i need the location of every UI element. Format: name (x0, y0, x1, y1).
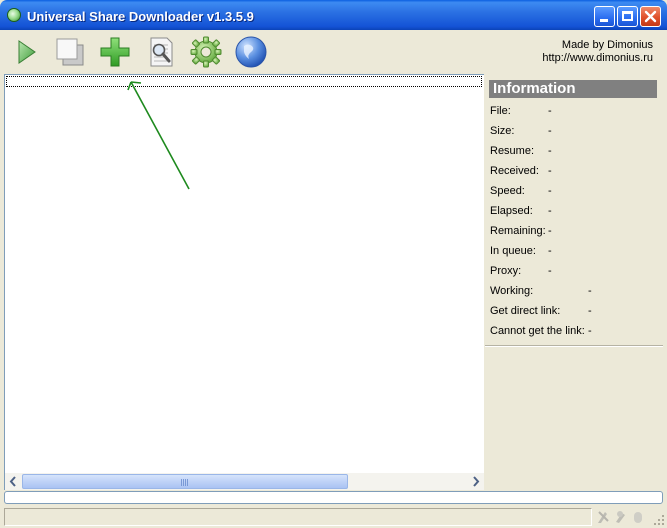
info-label: In queue: (490, 245, 536, 257)
app-icon[interactable] (7, 8, 21, 22)
info-label: Size: (490, 125, 515, 137)
status-tray-icons (598, 511, 642, 523)
resize-grip-icon[interactable] (653, 514, 665, 526)
start-button[interactable] (7, 34, 43, 70)
info-label: Get direct link: (490, 305, 561, 317)
minimize-icon (600, 19, 608, 22)
close-icon (644, 10, 657, 23)
information-header: Information (489, 80, 657, 98)
info-label: Working: (490, 285, 534, 297)
info-value: - (548, 125, 552, 137)
download-list[interactable] (4, 74, 484, 490)
status-icons (596, 509, 656, 525)
website-button[interactable] (233, 34, 269, 70)
status-bar (0, 506, 667, 528)
maximize-button[interactable] (617, 6, 638, 27)
document-search-icon (150, 37, 173, 67)
maximize-icon (622, 11, 633, 21)
information-separator (485, 345, 663, 347)
info-label: Elapsed: (490, 205, 533, 217)
download-progress-bar (4, 491, 663, 504)
horizontal-scrollbar[interactable] (5, 473, 484, 490)
info-label: Resume: (490, 145, 535, 157)
grip-icon (181, 479, 189, 486)
copy-icon (56, 38, 84, 66)
app-window: Universal Share Downloader v1.3.5.9 Made… (0, 0, 667, 528)
minimize-button[interactable] (594, 6, 615, 27)
info-value: - (588, 285, 592, 297)
find-button[interactable] (143, 34, 179, 70)
info-label: File: (490, 105, 511, 117)
settings-button[interactable] (188, 34, 224, 70)
info-label: Cannot get the link: (490, 325, 585, 337)
info-value: - (548, 225, 552, 237)
info-value: - (548, 145, 552, 157)
info-label: Received: (490, 165, 539, 177)
status-panel (4, 508, 592, 526)
info-label: Proxy: (490, 265, 522, 277)
title-bar[interactable]: Universal Share Downloader v1.3.5.9 (0, 0, 667, 30)
add-button[interactable] (97, 34, 133, 70)
info-value: - (548, 105, 552, 117)
scroll-right-button[interactable] (467, 473, 484, 490)
credit-author: Made by Dimonius (561, 39, 653, 51)
gear-icon (190, 36, 222, 68)
copy-button[interactable] (52, 34, 88, 70)
scroll-thumb[interactable] (22, 474, 348, 489)
list-item-focus[interactable] (6, 76, 482, 87)
close-button[interactable] (640, 6, 661, 27)
info-value: - (548, 185, 552, 197)
information-panel: Information File: - Size: - Resume: - Received… (485, 74, 663, 490)
globe-icon (235, 36, 267, 68)
play-icon (18, 40, 36, 64)
info-value: - (548, 165, 552, 177)
scroll-left-button[interactable] (5, 473, 22, 490)
info-value: - (548, 265, 552, 277)
toolbar: Made by Dimonius http://www.dimonius.ru (0, 30, 667, 74)
info-value: - (588, 325, 592, 337)
chevron-left-icon (9, 476, 16, 487)
info-label: Remaining: (490, 225, 546, 237)
info-value: - (548, 245, 552, 257)
info-value: - (548, 205, 552, 217)
window-title: Universal Share Downloader v1.3.5.9 (27, 9, 254, 24)
plus-icon (100, 37, 130, 67)
info-value: - (588, 305, 592, 317)
credit-url[interactable]: http://www.dimonius.ru (542, 52, 653, 65)
info-label: Speed: (490, 185, 525, 197)
chevron-right-icon (473, 476, 480, 487)
credit-text: Made by Dimonius http://www.dimonius.ru (542, 39, 653, 65)
